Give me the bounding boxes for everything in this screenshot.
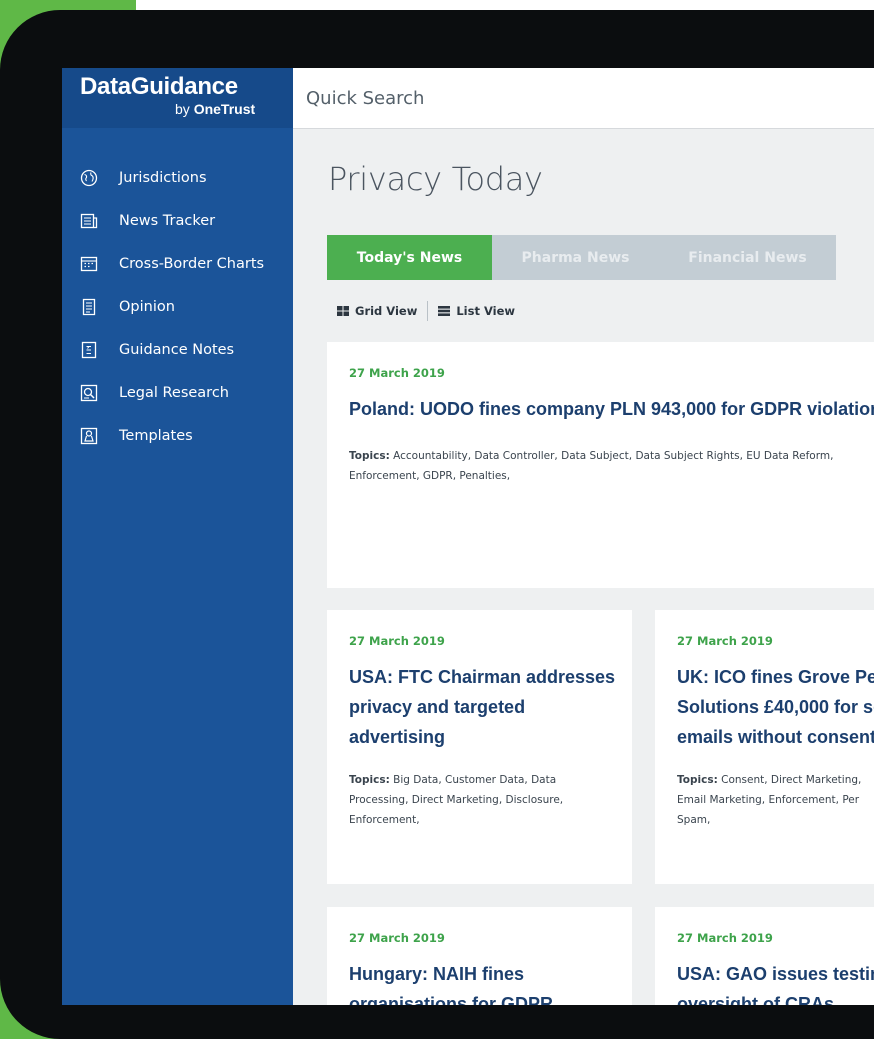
brand-by-text: by [175, 101, 190, 117]
article-topics: Topics: Big Data, Customer Data, Data Pr… [349, 770, 619, 830]
brand-company: OneTrust [193, 101, 256, 117]
article-title-line: privacy and targeted [349, 697, 526, 717]
article-date: 27 March 2019 [349, 366, 445, 380]
sidebar-item-legal-research[interactable]: Legal Research [62, 371, 293, 414]
article-title[interactable]: Poland: UODO fines company PLN 943,000 f… [349, 394, 874, 424]
news-card[interactable]: 27 March 2019 USA: FTC Chairman addresse… [327, 610, 632, 884]
news-card[interactable]: 27 March 2019 Hungary: NAIH fines organi… [327, 907, 632, 1005]
news-tabs: Today's News Pharma News Financial News [327, 235, 836, 280]
article-title-line: USA: FTC Chairman addresses [349, 667, 616, 687]
topics-list: Spam, [677, 814, 711, 826]
quick-search-input[interactable] [306, 84, 806, 112]
sidebar-item-news-tracker[interactable]: News Tracker [62, 199, 293, 242]
article-date: 27 March 2019 [677, 931, 773, 945]
article-date: 27 March 2019 [349, 634, 445, 648]
list-view-label: List View [456, 304, 516, 318]
article-title-line: emails without consent [677, 727, 874, 747]
topics-list: Processing, Direct Marketing, Disclosure… [349, 794, 564, 806]
topics-list: Consent, Direct Marketing, [721, 774, 862, 786]
sidebar-item-opinion[interactable]: Opinion [62, 285, 293, 328]
brand-name: DataGuidance [80, 73, 238, 100]
sidebar-item-label: Jurisdictions [119, 169, 207, 186]
topics-list: Big Data, Customer Data, Data [393, 774, 557, 786]
brand-tagline: by OneTrust [175, 101, 255, 117]
article-title-line: Solutions £40,000 for se [677, 697, 874, 717]
news-card-featured[interactable]: 27 March 2019 Poland: UODO fines company… [327, 342, 874, 588]
grid-view-label: Grid View [355, 304, 418, 318]
template-icon [80, 427, 98, 445]
sidebar-item-templates[interactable]: Templates [62, 414, 293, 457]
tab-todays-news[interactable]: Today's News [327, 235, 492, 280]
sidebar-item-cross-border-charts[interactable]: Cross-Border Charts [62, 242, 293, 285]
article-topics: Topics: Consent, Direct Marketing, Email… [677, 770, 874, 830]
tablet-frame: DataGuidance by OneTrust Jurisdictions N… [0, 10, 874, 1039]
newspaper-icon [80, 212, 98, 230]
list-icon [438, 306, 451, 316]
article-topics: Topics: Accountability, Data Controller,… [349, 446, 874, 486]
brand-logo[interactable]: DataGuidance by OneTrust [62, 68, 293, 128]
article-title-line: oversight of CRAs [677, 994, 835, 1005]
list-view-button[interactable]: List View [438, 304, 515, 318]
topics-label: Topics: [677, 774, 718, 786]
sidebar: DataGuidance by OneTrust Jurisdictions N… [62, 68, 293, 1005]
checklist-icon [80, 341, 98, 359]
header-bar [293, 68, 874, 129]
topics-label: Topics: [349, 450, 390, 462]
article-date: 27 March 2019 [349, 931, 445, 945]
article-title-line: USA: GAO issues testim [677, 964, 874, 984]
sidebar-item-label: Legal Research [119, 384, 229, 401]
article-title-line: advertising [349, 727, 446, 747]
article-title[interactable]: USA: FTC Chairman addresses privacy and … [349, 662, 624, 752]
article-date: 27 March 2019 [677, 634, 773, 648]
article-title-line: organisations for GDPR [349, 994, 554, 1005]
grid-view-button[interactable]: Grid View [337, 304, 417, 318]
app-screen: DataGuidance by OneTrust Jurisdictions N… [62, 68, 874, 1005]
sidebar-item-label: Cross-Border Charts [119, 255, 265, 272]
tab-financial-news[interactable]: Financial News [659, 235, 836, 280]
article-title-line: UK: ICO fines Grove Pen [677, 667, 874, 687]
topics-list: Accountability, Data Controller, Data Su… [393, 450, 834, 462]
view-divider [427, 301, 429, 321]
search-document-icon [80, 384, 98, 402]
article-title-line: Hungary: NAIH fines [349, 964, 525, 984]
grid-icon [337, 306, 349, 316]
topics-list: Email Marketing, Enforcement, Per [677, 794, 860, 806]
news-card[interactable]: 27 March 2019 USA: GAO issues testim ove… [655, 907, 874, 1005]
topics-label: Topics: [349, 774, 390, 786]
topics-list: Enforcement, [349, 814, 420, 826]
page-title: Privacy Today [328, 160, 543, 198]
article-title[interactable]: USA: GAO issues testim oversight of CRAs [677, 959, 874, 1005]
globe-icon [80, 169, 98, 187]
news-card[interactable]: 27 March 2019 UK: ICO fines Grove Pen So… [655, 610, 874, 884]
sidebar-item-label: Guidance Notes [119, 341, 235, 358]
sidebar-item-label: Opinion [119, 298, 175, 315]
document-icon [80, 298, 98, 316]
article-title[interactable]: Hungary: NAIH fines organisations for GD… [349, 959, 624, 1005]
sidebar-item-guidance-notes[interactable]: Guidance Notes [62, 328, 293, 371]
sidebar-item-label: Templates [119, 427, 193, 444]
sidebar-item-label: News Tracker [119, 212, 216, 229]
tab-pharma-news[interactable]: Pharma News [492, 235, 659, 280]
view-toggle: Grid View List View [337, 301, 515, 321]
topics-list: Enforcement, GDPR, Penalties, [349, 470, 511, 482]
sidebar-item-jurisdictions[interactable]: Jurisdictions [62, 156, 293, 199]
chart-grid-icon [80, 255, 98, 273]
article-title[interactable]: UK: ICO fines Grove Pen Solutions £40,00… [677, 662, 874, 752]
